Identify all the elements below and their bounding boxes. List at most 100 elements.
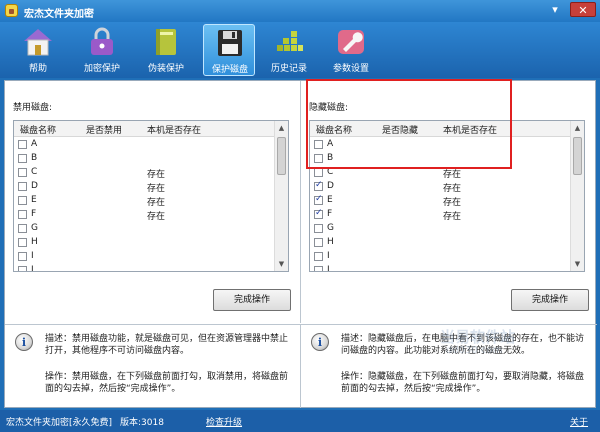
lock-icon xyxy=(91,27,113,55)
tool-label: 加密保护 xyxy=(83,64,120,74)
drive-letter: J xyxy=(327,265,330,272)
disk-row[interactable]: B xyxy=(14,152,276,166)
row-checkbox[interactable] xyxy=(314,238,323,247)
disk-row[interactable]: G xyxy=(310,222,572,236)
watermark: 当易软件站 xyxy=(440,328,516,346)
disable-disk-list[interactable]: 磁盘名称 是否禁用 本机是否存在 A B C 存在 D 存在 E 存在 F 存在 G H… xyxy=(13,120,289,272)
drive-letter: F xyxy=(327,209,333,219)
app-edition: 宏杰文件夹加密[永久免费] xyxy=(6,418,113,428)
disk-row[interactable]: A xyxy=(14,138,276,152)
tool-help[interactable]: 帮助 xyxy=(12,24,64,76)
highlight-box xyxy=(306,79,512,169)
app-logo-icon xyxy=(5,4,18,17)
disk-row[interactable]: E 存在 xyxy=(14,194,276,208)
disk-row[interactable]: G xyxy=(14,222,276,236)
tool-settings[interactable]: 参数设置 xyxy=(325,24,377,76)
drive-letter: H xyxy=(327,237,334,247)
scroll-down-icon[interactable]: ▼ xyxy=(572,258,583,270)
list-scrollbar[interactable]: ▲ ▼ xyxy=(570,121,584,271)
disk-row[interactable]: H xyxy=(310,236,572,250)
tool-encrypt[interactable]: 加密保护 xyxy=(76,24,128,76)
drive-letter: I xyxy=(327,251,330,261)
tool-label: 伪装保护 xyxy=(147,64,184,74)
drive-letter: E xyxy=(327,195,333,205)
drive-letter: D xyxy=(31,181,38,191)
scroll-up-icon[interactable]: ▲ xyxy=(572,122,583,134)
disk-row[interactable]: J xyxy=(14,264,276,272)
drive-status: 存在 xyxy=(147,198,166,208)
tool-label: 保护磁盘 xyxy=(211,65,248,75)
disk-row[interactable]: F 存在 xyxy=(14,208,276,222)
row-checkbox[interactable] xyxy=(18,154,27,163)
drive-letter: E xyxy=(31,195,37,205)
drive-status: 存在 xyxy=(147,170,166,180)
scroll-down-icon[interactable]: ▼ xyxy=(276,258,287,270)
drive-letter: A xyxy=(31,139,38,149)
column-header[interactable]: 磁盘名称 xyxy=(20,123,56,136)
disable-disk-panel: 禁用磁盘: 磁盘名称 是否禁用 本机是否存在 A B C 存在 D 存在 E 存在 F… xyxy=(5,81,301,323)
close-icon[interactable]: ✕ xyxy=(570,2,596,17)
disk-row[interactable]: F 存在 xyxy=(310,208,572,222)
hide-apply-button[interactable]: 完成操作 xyxy=(511,289,589,311)
drive-letter: D xyxy=(327,181,334,191)
check-update-link[interactable]: 检查升级 xyxy=(206,415,242,428)
disk-row[interactable]: C 存在 xyxy=(14,166,276,180)
floppy-disk-icon xyxy=(218,30,242,56)
row-checkbox[interactable] xyxy=(18,210,27,219)
row-checkbox[interactable] xyxy=(18,140,27,149)
tool-protect-disk[interactable]: 保护磁盘 xyxy=(203,24,255,76)
disk-row[interactable]: D 存在 xyxy=(310,180,572,194)
disk-row[interactable]: I xyxy=(310,250,572,264)
tool-history[interactable]: 历史记录 xyxy=(263,24,315,76)
tool-label: 历史记录 xyxy=(270,64,307,74)
info-icon: i xyxy=(311,333,329,351)
about-link[interactable]: 关于 xyxy=(570,415,588,428)
version-label: 版本:3018 xyxy=(120,418,164,428)
disk-row[interactable]: J xyxy=(310,264,572,272)
title-bar: 宏杰文件夹加密 ▾ ✕ xyxy=(0,0,600,22)
row-checkbox[interactable] xyxy=(314,266,323,271)
disable-apply-button[interactable]: 完成操作 xyxy=(213,289,291,311)
disk-row[interactable]: E 存在 xyxy=(310,194,572,208)
disk-row[interactable]: I xyxy=(14,250,276,264)
tool-label: 参数设置 xyxy=(332,64,369,74)
column-header[interactable]: 本机是否存在 xyxy=(147,123,201,136)
list-header: 磁盘名称 是否禁用 本机是否存在 xyxy=(14,121,276,137)
window-title: 宏杰文件夹加密 xyxy=(24,9,94,20)
drive-letter: G xyxy=(31,223,38,233)
main-toolbar: 帮助 加密保护 伪装保护 保护磁盘 历史记录 参数设置 xyxy=(0,22,600,78)
grid-history-icon xyxy=(277,31,303,51)
row-checkbox[interactable] xyxy=(18,238,27,247)
panel-title: 禁用磁盘: xyxy=(13,103,53,113)
row-checkbox[interactable] xyxy=(18,168,27,177)
row-checkbox[interactable] xyxy=(314,168,323,177)
book-icon xyxy=(156,29,176,55)
row-checkbox[interactable] xyxy=(314,180,323,191)
row-checkbox[interactable] xyxy=(314,194,323,205)
disable-info-section: i 描述：禁用磁盘功能，就是磁盘可见，但在资源管理器中禁止打开，其他程序不可访问… xyxy=(5,324,301,408)
row-checkbox[interactable] xyxy=(18,182,27,191)
row-checkbox[interactable] xyxy=(18,252,27,261)
row-checkbox[interactable] xyxy=(18,196,27,205)
minimize-icon[interactable]: ▾ xyxy=(546,2,564,17)
list-scrollbar[interactable]: ▲ ▼ xyxy=(274,121,288,271)
row-checkbox[interactable] xyxy=(18,224,27,233)
row-checkbox[interactable] xyxy=(314,252,323,261)
disk-row[interactable]: D 存在 xyxy=(14,180,276,194)
row-checkbox[interactable] xyxy=(314,224,323,233)
row-checkbox[interactable] xyxy=(314,208,323,219)
tool-disguise[interactable]: 伪装保护 xyxy=(140,24,192,76)
column-header[interactable]: 是否禁用 xyxy=(86,123,122,136)
house-icon xyxy=(24,29,52,56)
drive-letter: I xyxy=(31,251,34,261)
row-checkbox[interactable] xyxy=(18,266,27,271)
disable-description: 描述：禁用磁盘功能，就是磁盘可见，但在资源管理器中禁止打开，其他程序不可访问磁盘… xyxy=(45,334,289,356)
drive-letter: H xyxy=(31,237,38,247)
scroll-thumb[interactable] xyxy=(277,137,286,175)
scroll-thumb[interactable] xyxy=(573,137,582,175)
drive-letter: C xyxy=(31,167,38,177)
disable-operation: 操作：禁用磁盘，在下列磁盘前面打勾，取消禁用，将磁盘前面的勾去掉，然后按“完成操… xyxy=(45,372,289,394)
disk-row[interactable]: H xyxy=(14,236,276,250)
drive-letter: J xyxy=(31,265,34,272)
scroll-up-icon[interactable]: ▲ xyxy=(276,122,287,134)
